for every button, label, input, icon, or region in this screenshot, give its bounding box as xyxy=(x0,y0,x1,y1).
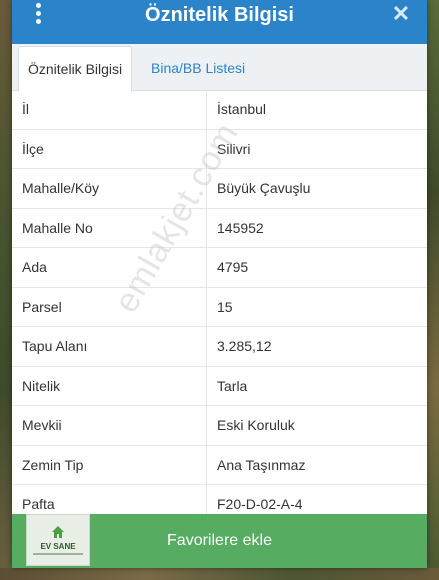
row-label: Mevkii xyxy=(22,417,62,433)
table-row: Ada 4795 xyxy=(12,248,427,288)
column-divider xyxy=(206,90,207,129)
evsane-logo: EV SANE xyxy=(26,514,90,566)
modal-title: Öznitelik Bilgisi xyxy=(145,4,294,26)
house-icon xyxy=(52,526,64,538)
row-label: Parsel xyxy=(22,298,62,315)
table-row: Nitelik Tarla xyxy=(12,366,427,406)
table-row: Tapu Alanı 3.285,12 xyxy=(12,327,427,367)
row-value: 145952 xyxy=(217,219,264,236)
row-label: Ada xyxy=(22,259,47,275)
table-row: Mahalle/Köy Büyük Çavuşlu xyxy=(12,169,427,209)
row-value: 4795 xyxy=(217,259,249,275)
column-divider xyxy=(206,366,207,405)
table-row: Mahalle No 145952 xyxy=(12,208,427,248)
column-divider xyxy=(206,129,207,168)
row-label: Zemin Tip xyxy=(22,456,84,473)
map-edge-bottom xyxy=(0,568,439,580)
row-label: İl xyxy=(22,101,29,117)
row-label: Tapu Alanı xyxy=(22,338,88,354)
row-value: Silivri xyxy=(217,140,251,157)
column-divider xyxy=(206,208,207,247)
table-row: Mevkii Eski Koruluk xyxy=(12,406,427,446)
column-divider xyxy=(206,169,207,208)
map-edge-left xyxy=(0,0,12,580)
column-divider xyxy=(206,287,207,326)
row-label: Mahalle/Köy xyxy=(22,180,100,196)
tab-bar: Öznitelik Bilgisi Bina/BB Listesi xyxy=(12,44,427,92)
row-value: Büyük Çavuşlu xyxy=(217,180,311,196)
logo-underline xyxy=(33,553,83,555)
column-divider xyxy=(206,248,207,287)
tab-building-list[interactable]: Bina/BB Listesi xyxy=(142,46,254,90)
column-divider xyxy=(206,406,207,445)
row-value: Ana Taşınmaz xyxy=(217,456,306,473)
map-edge-right xyxy=(427,0,439,580)
logo-text: EV SANE xyxy=(40,542,76,551)
close-icon[interactable]: ✕ xyxy=(389,2,413,26)
table-row: Zemin Tip Ana Taşınmaz xyxy=(12,445,427,485)
tab-attribute-info[interactable]: Öznitelik Bilgisi xyxy=(18,46,133,92)
row-value: Tarla xyxy=(217,377,248,394)
row-value: 15 xyxy=(217,298,233,315)
row-label: Nitelik xyxy=(22,377,61,394)
table-row: İlçe Silivri xyxy=(12,129,427,169)
column-divider xyxy=(206,327,207,366)
table-row: Parsel 15 xyxy=(12,287,427,327)
attribute-info-modal: Öznitelik Bilgisi ✕ Öznitelik Bilgisi Bi… xyxy=(12,0,427,568)
row-value: Eski Koruluk xyxy=(217,417,295,433)
row-label: İlçe xyxy=(22,140,44,157)
table-row: İl İstanbul xyxy=(12,90,427,130)
column-divider xyxy=(206,445,207,484)
row-value: İstanbul xyxy=(217,101,267,117)
row-value: 3.285,12 xyxy=(217,338,272,354)
row-label: Mahalle No xyxy=(22,219,93,236)
modal-header: Öznitelik Bilgisi ✕ xyxy=(12,0,427,44)
attribute-table: İl İstanbul İlçe Silivri Mahalle/Köy Büy… xyxy=(12,90,427,525)
